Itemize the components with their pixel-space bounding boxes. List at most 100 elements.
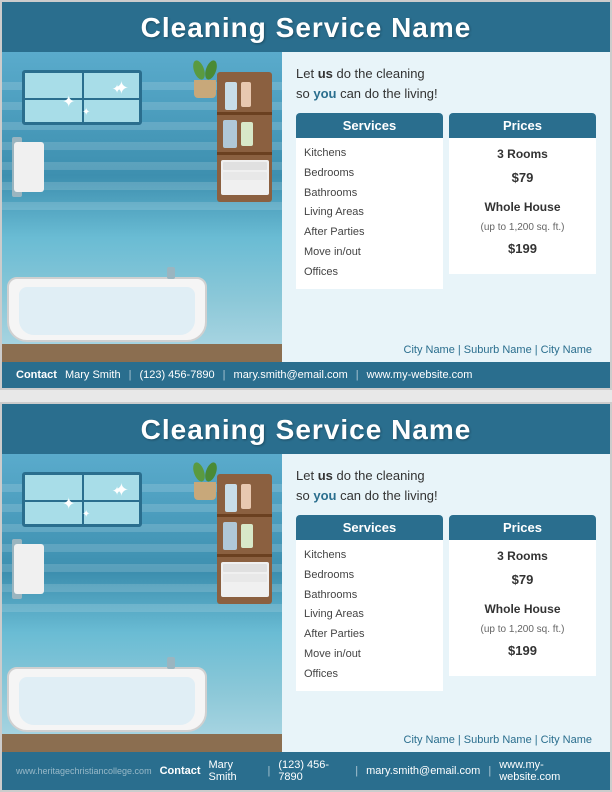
flyer-title: Cleaning Service Name — [2, 414, 610, 446]
bathroom-illustration: ✦ ✦ ✦ — [2, 454, 282, 752]
flyer-footer: www.heritagechristiancollege.com Contact… — [2, 752, 610, 790]
shelf-item — [225, 82, 237, 110]
price-label: 3 Rooms — [457, 144, 588, 166]
bathroom-illustration: ✦ ✦ ✦ — [2, 52, 282, 362]
service-item: Move in/out — [304, 645, 435, 665]
services-box: Services KitchensBedroomsBathroomsLiving… — [296, 515, 443, 728]
flyer-2: Cleaning Service Name — [0, 402, 612, 792]
sparkle-icon: ✦ — [82, 107, 90, 118]
cabinet-shelf — [217, 554, 272, 557]
plant — [190, 60, 220, 98]
services-body: KitchensBedroomsBathroomsLiving AreasAft… — [296, 540, 443, 691]
cabinet-shelf — [217, 514, 272, 517]
cabinet — [217, 474, 272, 604]
footer-separator: | — [355, 765, 358, 777]
service-item: After Parties — [304, 223, 435, 243]
footer-separator: | — [267, 765, 270, 777]
services-header: Services — [296, 113, 443, 138]
service-item: Living Areas — [304, 203, 435, 223]
services-body: KitchensBedroomsBathroomsLiving AreasAft… — [296, 138, 443, 289]
bathtub — [7, 277, 207, 342]
towel — [14, 544, 44, 594]
services-box: Services KitchensBedroomsBathroomsLiving… — [296, 113, 443, 338]
shelf-towels — [223, 162, 267, 170]
shelf-item — [225, 484, 237, 512]
prices-header: Prices — [449, 113, 596, 138]
price-value: $199 — [457, 237, 588, 260]
flyer-1: Cleaning Service Name — [0, 0, 612, 390]
service-item: Bedrooms — [304, 566, 435, 586]
shelf-item — [241, 524, 253, 548]
contact-label: Contact — [16, 369, 57, 381]
sparkle-icon: ✦ — [62, 92, 75, 112]
shelf-item — [223, 522, 237, 550]
flyer-content: Let us do the cleaning so you can do the… — [282, 454, 610, 752]
contact-name: Mary Smith — [65, 369, 121, 381]
price-value: $79 — [457, 568, 588, 591]
footer-separator: | — [488, 765, 491, 777]
contact-website: www.my-website.com — [367, 369, 473, 381]
bathtub-inner — [19, 677, 195, 725]
bathtub — [7, 667, 207, 732]
contact-email: mary.smith@email.com — [234, 369, 348, 381]
flyer-footer: Contact Mary Smith | (123) 456-7890 | ma… — [2, 362, 610, 388]
sparkle-icon: ✦ — [112, 484, 122, 498]
flyer-body: ✦ ✦ ✦ Let us do the cleaning so you can … — [2, 454, 610, 752]
shelf-item — [241, 484, 251, 509]
prices-header: Prices — [449, 515, 596, 540]
price-label: Whole House — [457, 599, 588, 621]
floor — [2, 734, 282, 752]
page: Cleaning Service Name — [0, 0, 612, 792]
prices-box: Prices 3 Rooms $79 Whole House — [449, 113, 596, 338]
plant-leaves — [190, 462, 220, 482]
footer-separator: | — [129, 369, 132, 381]
contact-phone: (123) 456-7890 — [139, 369, 214, 381]
flyer-header: Cleaning Service Name — [2, 2, 610, 52]
cabinet — [217, 72, 272, 202]
shelf-item — [241, 82, 251, 107]
tagline: Let us do the cleaning so you can do the… — [296, 64, 596, 103]
watermark: www.heritagechristiancollege.com — [16, 766, 152, 776]
flyer-header: Cleaning Service Name — [2, 404, 610, 454]
service-item: Offices — [304, 263, 435, 283]
service-item: Bathrooms — [304, 184, 435, 204]
price-item: 3 Rooms $79 — [457, 546, 588, 591]
contact-name: Mary Smith — [209, 759, 260, 783]
plant — [190, 462, 220, 500]
price-item: Whole House (up to 1,200 sq. ft.) $199 — [457, 599, 588, 662]
price-item: Whole House (up to 1,200 sq. ft.) $199 — [457, 197, 588, 260]
tagline: Let us do the cleaning so you can do the… — [296, 466, 596, 505]
sparkle-icon: ✦ — [62, 494, 75, 514]
city-row: City Name | Suburb Name | City Name — [296, 734, 596, 746]
city-row: City Name | Suburb Name | City Name — [296, 344, 596, 356]
price-item: 3 Rooms $79 — [457, 144, 588, 189]
price-note: (up to 1,200 sq. ft.) — [457, 621, 588, 639]
service-item: Kitchens — [304, 546, 435, 566]
contact-website: www.my-website.com — [499, 759, 596, 783]
prices-body: 3 Rooms $79 Whole House (up to 1,200 sq.… — [449, 138, 596, 274]
service-item: Living Areas — [304, 605, 435, 625]
towel — [14, 142, 44, 192]
price-value: $199 — [457, 639, 588, 662]
floor — [2, 344, 282, 362]
shelf-towels — [223, 564, 267, 572]
shelf-item — [241, 122, 253, 146]
shelf-towels — [223, 574, 267, 582]
plant-leaves — [190, 60, 220, 80]
price-value: $79 — [457, 166, 588, 189]
footer-separator: | — [223, 369, 226, 381]
services-prices: Services KitchensBedroomsBathroomsLiving… — [296, 113, 596, 338]
footer-separator: | — [356, 369, 359, 381]
services-header: Services — [296, 515, 443, 540]
services-prices: Services KitchensBedroomsBathroomsLiving… — [296, 515, 596, 728]
flyer-title: Cleaning Service Name — [2, 12, 610, 44]
flyer-body: ✦ ✦ ✦ Let us do the cleaning so you can … — [2, 52, 610, 362]
prices-box: Prices 3 Rooms $79 Whole House — [449, 515, 596, 728]
wall-stripe — [2, 202, 282, 210]
contact-label: Contact — [160, 765, 201, 777]
sparkle-icon: ✦ — [82, 509, 90, 520]
price-note: (up to 1,200 sq. ft.) — [457, 219, 588, 237]
flyer-content: Let us do the cleaning so you can do the… — [282, 52, 610, 362]
bathtub-inner — [19, 287, 195, 335]
plant-pot — [194, 80, 216, 98]
